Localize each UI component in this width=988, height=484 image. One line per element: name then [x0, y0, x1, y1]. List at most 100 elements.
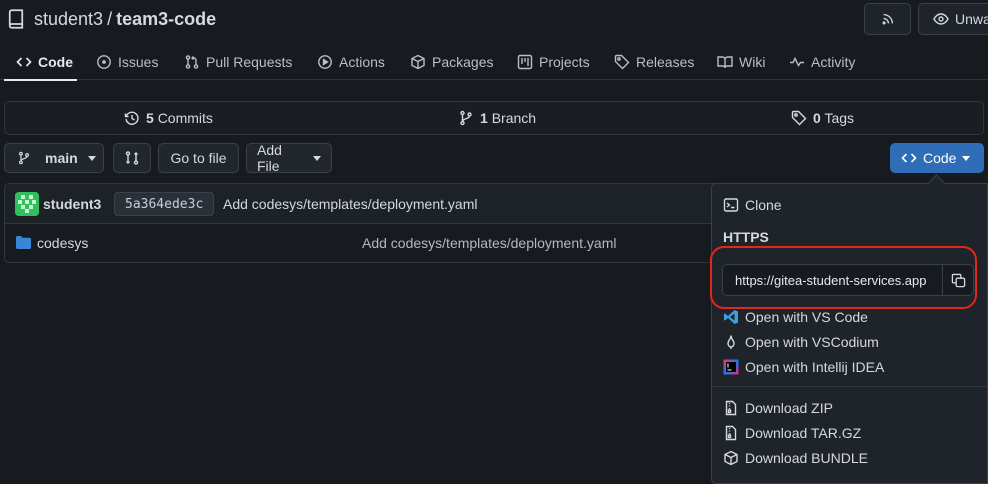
- chevron-down-icon: [962, 155, 971, 161]
- clone-label: Clone: [745, 197, 782, 213]
- repo-title: student3 / team3-code: [6, 8, 216, 30]
- repo-name-link[interactable]: team3-code: [116, 9, 216, 30]
- repo-owner-link[interactable]: student3: [34, 9, 103, 30]
- repo-icon: [6, 8, 26, 30]
- table-row[interactable]: codesys Add codesys/templates/deployment…: [5, 224, 743, 262]
- project-icon: [517, 54, 533, 70]
- tab-issues[interactable]: Issues: [96, 44, 158, 80]
- tab-activity[interactable]: Activity: [789, 44, 855, 80]
- protocol-tab-https[interactable]: HTTPS: [723, 226, 769, 248]
- tab-actions[interactable]: Actions: [317, 44, 385, 80]
- commit-message[interactable]: Add codesys/templates/deployment.yaml: [223, 184, 477, 224]
- code-icon: [16, 54, 32, 70]
- rss-icon: [881, 12, 895, 26]
- download-targz-label: Download TAR.GZ: [745, 425, 862, 441]
- download-targz-item[interactable]: Download TAR.GZ: [723, 422, 861, 444]
- tags-link[interactable]: 0 Tags: [791, 102, 854, 134]
- open-vscodium-item[interactable]: Open with VSCodium: [723, 331, 879, 353]
- open-intellij-item[interactable]: Open with Intellij IDEA: [723, 356, 884, 378]
- open-intellij-label: Open with Intellij IDEA: [745, 359, 885, 375]
- add-file-label: Add File: [257, 142, 282, 174]
- tags-label: Tags: [824, 110, 855, 126]
- repo-tabs: Code Issues Pull Requests Actions Packag…: [0, 44, 988, 81]
- download-zip-item[interactable]: Download ZIP: [723, 397, 833, 419]
- clone-header: Clone: [723, 194, 782, 216]
- tab-activity-label: Activity: [811, 54, 856, 70]
- open-vscode-label: Open with VS Code: [745, 309, 868, 325]
- open-vscodium-label: Open with VSCodium: [745, 334, 879, 350]
- branches-label: Branch: [491, 110, 537, 126]
- tab-projects[interactable]: Projects: [517, 44, 590, 80]
- commits-count: 5: [146, 110, 154, 126]
- tab-issues-label: Issues: [118, 54, 159, 70]
- commit-author[interactable]: student3: [43, 184, 101, 224]
- code-button-label: Code: [923, 150, 957, 166]
- branch-selector[interactable]: main: [4, 143, 104, 173]
- clone-dropdown-menu: Clone HTTPS https://gitea-student-servic…: [711, 183, 988, 484]
- file-zip-icon: [723, 425, 739, 441]
- tags-count: 0: [813, 110, 821, 126]
- branch-name: main: [45, 150, 78, 166]
- rss-button[interactable]: [864, 3, 911, 35]
- folder-icon: [15, 235, 32, 250]
- go-to-file-button[interactable]: Go to file: [158, 143, 239, 173]
- package-icon: [410, 54, 426, 70]
- file-zip-icon: [723, 400, 739, 416]
- tab-code[interactable]: Code: [4, 44, 77, 81]
- tab-pull-requests[interactable]: Pull Requests: [184, 44, 292, 80]
- tab-releases-label: Releases: [636, 54, 695, 70]
- issue-icon: [96, 54, 112, 70]
- open-vscode-item[interactable]: Open with VS Code: [723, 306, 868, 328]
- commits-label: Commits: [157, 110, 213, 126]
- file-commit-message[interactable]: Add codesys/templates/deployment.yaml: [362, 224, 616, 262]
- download-bundle-item[interactable]: Download BUNDLE: [723, 447, 868, 469]
- file-name[interactable]: codesys: [37, 224, 88, 262]
- pulse-icon: [789, 54, 805, 70]
- tab-releases[interactable]: Releases: [614, 44, 694, 80]
- chevron-down-icon: [313, 155, 321, 161]
- tab-packages[interactable]: Packages: [410, 44, 493, 80]
- tab-projects-label: Projects: [539, 54, 590, 70]
- code-dropdown-button[interactable]: Code: [890, 143, 984, 173]
- code-icon: [901, 150, 917, 166]
- file-list: student3 5a364ede3c Add codesys/template…: [4, 183, 744, 263]
- compare-button[interactable]: [113, 143, 151, 173]
- tab-wiki-label: Wiki: [739, 54, 766, 70]
- branch-icon: [17, 150, 31, 166]
- tab-pull-requests-label: Pull Requests: [206, 54, 293, 70]
- pull-request-icon: [184, 54, 200, 70]
- commits-link[interactable]: 5 Commits: [124, 102, 213, 134]
- add-file-button[interactable]: Add File: [246, 142, 332, 174]
- download-zip-label: Download ZIP: [745, 400, 833, 416]
- protocol-label: HTTPS: [723, 229, 769, 245]
- tab-packages-label: Packages: [432, 54, 494, 70]
- unwatch-button[interactable]: Unwat: [918, 3, 988, 35]
- repo-stats-bar: 5 Commits 1 Branch 0 Tags: [4, 101, 984, 135]
- branches-count: 1: [480, 110, 488, 126]
- intellij-icon: [723, 359, 739, 375]
- compare-icon: [124, 150, 140, 166]
- menu-divider: [712, 386, 987, 387]
- book-icon: [717, 54, 733, 70]
- avatar[interactable]: [15, 192, 39, 216]
- eye-icon: [933, 11, 949, 27]
- commit-sha-button[interactable]: 5a364ede3c: [114, 192, 215, 216]
- download-bundle-label: Download BUNDLE: [745, 450, 868, 466]
- tab-code-label: Code: [38, 54, 73, 70]
- repo-separator: /: [107, 8, 113, 29]
- package-icon: [723, 450, 739, 466]
- unwatch-label: Unwat: [955, 11, 988, 27]
- vscodium-icon: [723, 334, 739, 350]
- highlight-annotation: [710, 246, 977, 309]
- tab-actions-label: Actions: [339, 54, 385, 70]
- play-icon: [317, 54, 333, 70]
- tag-icon: [614, 54, 630, 70]
- terminal-icon: [723, 197, 739, 213]
- vscode-icon: [723, 309, 739, 325]
- branches-link[interactable]: 1 Branch: [458, 102, 536, 134]
- go-to-file-label: Go to file: [170, 150, 227, 166]
- latest-commit-row: student3 5a364ede3c Add codesys/template…: [5, 184, 743, 224]
- tab-wiki[interactable]: Wiki: [717, 44, 765, 80]
- history-icon: [124, 110, 140, 126]
- branch-icon: [458, 110, 474, 126]
